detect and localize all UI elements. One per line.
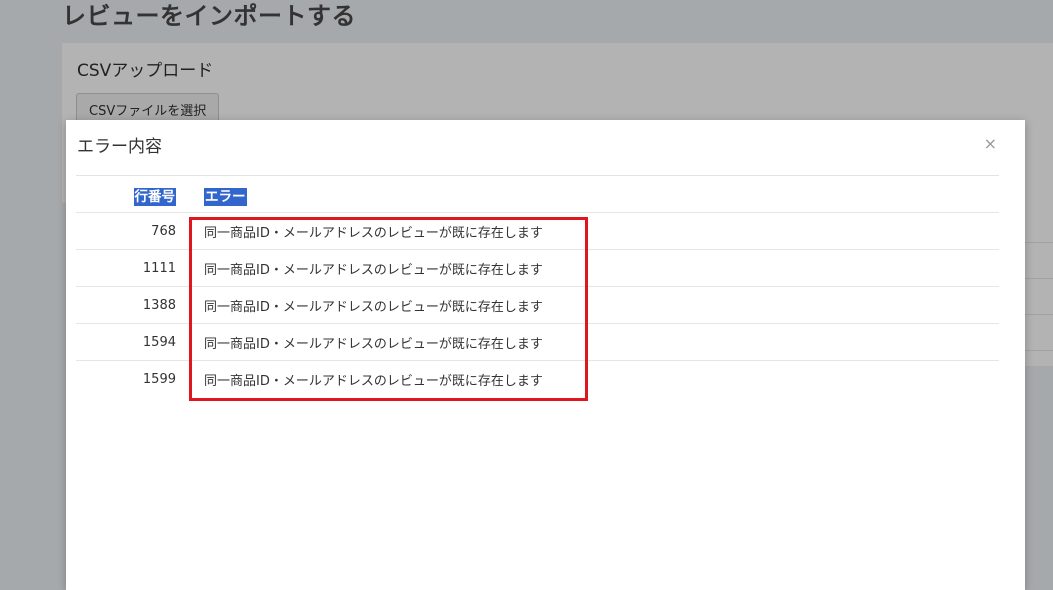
close-icon[interactable]: ×	[984, 134, 997, 153]
row-number-cell: 1388	[76, 286, 186, 324]
error-column-header: エラー	[204, 188, 247, 206]
page-title: レビューをインポートする	[62, 2, 356, 30]
error-details-modal: エラー内容 × 行番号 エラー 768 同一商品ID・メールアドレスのレビューが…	[66, 120, 1025, 590]
modal-title: エラー内容	[77, 137, 162, 157]
csv-upload-title: CSVアップロード	[77, 61, 214, 81]
modal-header-divider	[76, 175, 999, 176]
row-number-cell: 768	[76, 212, 186, 250]
row-number-cell: 1594	[76, 323, 186, 361]
row-number-column-header: 行番号	[133, 188, 176, 206]
table-header-row: 行番号 エラー	[76, 178, 999, 213]
row-number-cell: 1111	[76, 249, 186, 287]
annotation-highlight-box	[189, 217, 588, 401]
row-number-cell: 1599	[76, 360, 186, 397]
